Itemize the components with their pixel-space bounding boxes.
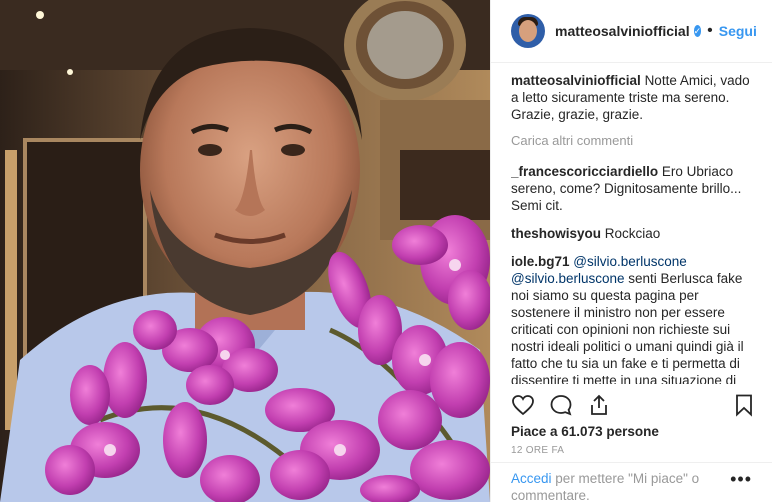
comment-username[interactable]: _francescoricciardiello [511, 164, 658, 179]
bookmark-icon[interactable] [732, 393, 756, 417]
caption-comment: matteosalviniofficial Notte Amici, vado … [511, 72, 756, 123]
login-link[interactable]: Accedi [511, 471, 552, 486]
post-timestamp[interactable]: 12 ORE FA [511, 445, 564, 456]
load-more-comments-link[interactable]: Carica altri commenti [511, 132, 756, 149]
comment-icon[interactable] [549, 393, 573, 417]
comment-text: Rockciao [604, 226, 661, 241]
post-sidebar: matteosalviniofficial ✓ • Segui matteosa… [490, 0, 772, 504]
username-link[interactable]: matteosalviniofficial [555, 23, 690, 39]
list-item: iole.bg71 @silvio.berluscone @silvio.ber… [511, 253, 756, 384]
list-item: theshowisyou Rockciao [511, 225, 756, 242]
follow-button[interactable]: Segui [719, 23, 757, 39]
selfie-image [0, 0, 490, 502]
avatar[interactable] [511, 14, 545, 48]
comment-username[interactable]: matteosalviniofficial [511, 73, 641, 88]
list-item: _francescoricciardiello Ero Ubriaco sere… [511, 163, 756, 214]
mention-link[interactable]: @silvio.berluscone [511, 271, 625, 286]
separator-dot: • [707, 22, 713, 39]
comment-text: senti Berlusca fake noi siamo su questa … [511, 271, 744, 384]
instagram-post: matteosalviniofficial ✓ • Segui matteosa… [0, 0, 772, 504]
divider [491, 462, 772, 463]
heart-icon[interactable] [511, 393, 535, 417]
verified-badge-icon: ✓ [693, 25, 702, 37]
comment-username[interactable]: iole.bg71 [511, 254, 570, 269]
comment-username[interactable]: theshowisyou [511, 226, 601, 241]
action-bar [511, 392, 756, 418]
mention-link[interactable]: @silvio.berluscone [573, 254, 687, 269]
likes-count[interactable]: Piace a 61.073 persone [511, 424, 659, 439]
login-prompt: Accedi per mettere "Mi piace" o commenta… [511, 470, 742, 504]
share-icon[interactable] [587, 393, 611, 417]
post-header: matteosalviniofficial ✓ • Segui [491, 0, 772, 63]
more-options-icon[interactable]: ••• [730, 470, 752, 488]
comments-list: matteosalviniofficial Notte Amici, vado … [511, 72, 756, 384]
post-photo[interactable] [0, 0, 490, 502]
